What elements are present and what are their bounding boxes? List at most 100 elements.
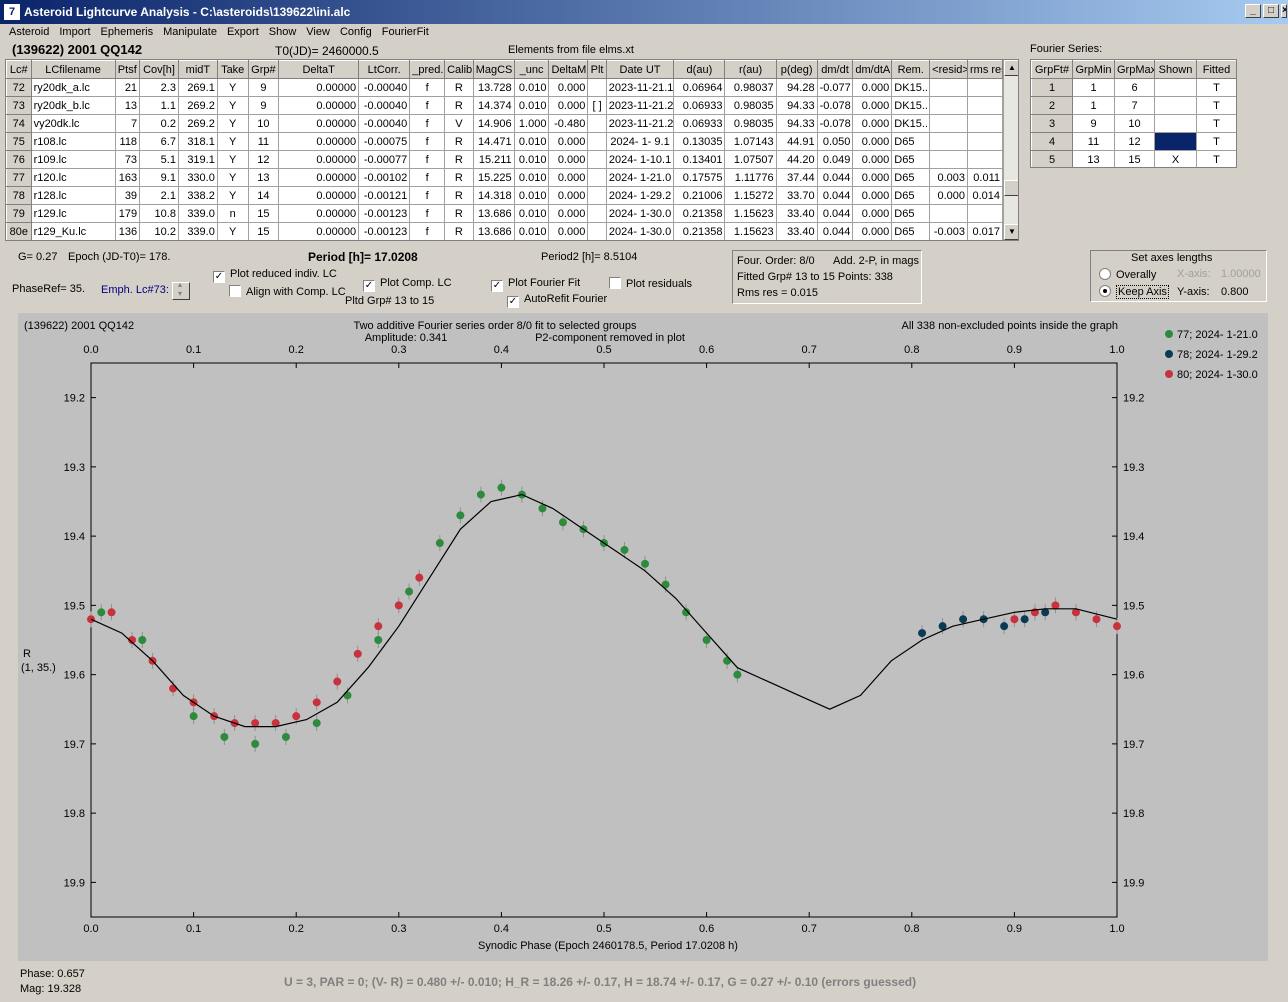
lc-cell[interactable]: 9 — [247, 96, 280, 115]
lc-cell[interactable]: 94.33 — [775, 96, 818, 115]
lc-cell[interactable]: f — [409, 222, 446, 240]
lc-cell[interactable]: 136 — [114, 222, 141, 240]
lc-cell[interactable]: 0.13035 — [673, 132, 726, 151]
lc-cell[interactable]: 338.2 — [177, 186, 218, 205]
keep-axis-radio[interactable]: Keep Axis — [1099, 285, 1169, 299]
fourier-cell[interactable] — [1154, 132, 1197, 151]
lc-cell[interactable]: ry20dk_a.lc — [30, 78, 116, 97]
lc-cell[interactable]: -0.003 — [929, 222, 969, 240]
lc-cell[interactable]: 269.2 — [177, 114, 218, 133]
lc-cell[interactable]: 0.050 — [816, 132, 854, 151]
lc-cell[interactable] — [967, 204, 1003, 223]
lc-cell[interactable]: 1.15623 — [724, 204, 777, 223]
autorefit-checkbox[interactable]: ✓ AutoRefit Fourier — [507, 293, 607, 308]
lc-cell[interactable]: D65 — [891, 132, 931, 151]
lc-cell[interactable]: 13 — [114, 96, 141, 115]
lc-cell[interactable]: 0.00000 — [278, 186, 360, 205]
lc-cell[interactable]: 0.000 — [548, 168, 589, 187]
lc-cell[interactable] — [967, 114, 1003, 133]
lc-cell[interactable] — [929, 96, 969, 115]
lc-cell[interactable]: 0.000 — [852, 150, 893, 169]
lc-cell[interactable]: D65 — [891, 150, 931, 169]
lc-cell[interactable]: 15.225 — [472, 168, 515, 187]
fourier-cell[interactable]: X — [1154, 150, 1197, 167]
lc-column-header[interactable]: MagCS — [472, 60, 515, 79]
lc-cell[interactable]: 0.17575 — [673, 168, 726, 187]
lc-cell[interactable]: f — [409, 114, 446, 133]
lc-cell[interactable]: 0.000 — [548, 150, 589, 169]
period-label[interactable]: Period [h]= 17.0208 — [308, 250, 418, 264]
lc-cell[interactable]: 339.0 — [177, 222, 218, 240]
lc-cell[interactable]: r109.lc — [30, 150, 116, 169]
lc-cell[interactable]: r128.lc — [30, 186, 116, 205]
lc-cell[interactable]: 318.1 — [177, 132, 218, 151]
menu-view[interactable]: View — [301, 24, 335, 38]
lc-table-row[interactable]: 76 r109.lc 73 5.1 319.1 Y 12 0.00000 -0.00077 f R 1… — [6, 150, 1003, 169]
fourier-row-header[interactable]: 5 — [1031, 150, 1073, 167]
lc-cell[interactable]: 15.211 — [472, 150, 515, 169]
lc-column-header[interactable]: Rem. — [891, 60, 931, 79]
lc-cell[interactable]: -0.00123 — [358, 204, 411, 223]
lc-cell[interactable]: 44.20 — [775, 150, 818, 169]
lc-cell[interactable]: 6.7 — [139, 132, 179, 151]
lc-cell[interactable]: 0.044 — [816, 186, 854, 205]
lc-cell[interactable]: 0.044 — [816, 204, 854, 223]
lc-cell[interactable]: 269.2 — [177, 96, 218, 115]
fourier-cell[interactable]: T — [1196, 114, 1236, 133]
emph-lc-spinner[interactable] — [172, 280, 190, 300]
lc-cell[interactable]: 0.010 — [513, 204, 550, 223]
plot-comp-checkbox[interactable]: ✓ Plot Comp. LC — [363, 277, 452, 292]
lc-cell[interactable] — [587, 114, 607, 133]
lc-cell[interactable]: 13.686 — [472, 204, 515, 223]
menu-fourierfit[interactable]: FourierFit — [377, 24, 434, 38]
lc-cell[interactable]: -0.00123 — [358, 222, 411, 240]
menu-manipulate[interactable]: Manipulate — [158, 24, 222, 38]
lc-cell[interactable]: 73 — [114, 150, 141, 169]
lc-cell[interactable]: R — [444, 78, 474, 97]
lc-cell[interactable]: -0.00075 — [358, 132, 411, 151]
lc-cell[interactable]: 0.044 — [816, 222, 854, 240]
lc-cell[interactable]: 0.21006 — [673, 186, 726, 205]
plot-fourier-checkbox[interactable]: ✓ Plot Fourier Fit — [491, 277, 580, 292]
lc-cell[interactable]: n — [216, 204, 249, 223]
lc-cell[interactable]: 33.40 — [775, 204, 818, 223]
lc-cell[interactable] — [967, 78, 1003, 97]
scroll-down-icon[interactable]: ▼ — [1004, 224, 1018, 240]
lc-cell[interactable]: f — [409, 186, 446, 205]
lc-cell[interactable]: 0.010 — [513, 168, 550, 187]
minimize-button[interactable]: _ — [1245, 4, 1261, 18]
lc-column-header[interactable]: r(au) — [724, 60, 777, 79]
lc-cell[interactable]: D65 — [891, 222, 931, 240]
align-comp-checkbox[interactable]: Align with Comp. LC — [229, 285, 346, 298]
lc-cell[interactable]: 1.07507 — [724, 150, 777, 169]
fourier-cell[interactable]: 15 — [1114, 150, 1155, 167]
lc-column-header[interactable]: Plt — [587, 60, 607, 79]
fourier-cell[interactable] — [1154, 78, 1197, 97]
lightcurve-plot[interactable]: (139622) 2001 QQ142 Two additive Fourier… — [18, 313, 1268, 961]
fourier-cell[interactable]: 6 — [1114, 78, 1155, 97]
maximize-button[interactable]: □ — [1263, 4, 1279, 18]
lc-cell[interactable]: 7 — [114, 114, 141, 133]
lc-cell[interactable]: DK15.. — [891, 78, 931, 97]
fourier-row-header[interactable]: 3 — [1031, 114, 1073, 133]
lc-cell[interactable]: D65 — [891, 186, 931, 205]
lc-cell[interactable] — [967, 150, 1003, 169]
lc-cell[interactable]: 0.000 — [548, 78, 589, 97]
fourier-table[interactable]: GrpFt# GrpMin GrpMax Shown Fitted 116T217T39… — [1031, 60, 1236, 167]
lc-cell[interactable]: 0.014 — [967, 186, 1003, 205]
fourier-cell[interactable]: T — [1196, 96, 1236, 115]
lc-cell[interactable]: 0.000 — [548, 186, 589, 205]
lc-cell[interactable] — [587, 168, 607, 187]
lc-row-header[interactable]: 78 — [6, 186, 32, 205]
lc-cell[interactable]: 2023-11-21.2 — [605, 96, 675, 115]
lc-cell[interactable] — [587, 132, 607, 151]
menu-ephemeris[interactable]: Ephemeris — [96, 24, 159, 38]
lc-cell[interactable]: 0.000 — [852, 168, 893, 187]
lc-cell[interactable] — [929, 204, 969, 223]
lc-cell[interactable]: f — [409, 168, 446, 187]
lc-cell[interactable]: 0.13401 — [673, 150, 726, 169]
lc-cell[interactable]: 339.0 — [177, 204, 218, 223]
lc-cell[interactable]: R — [444, 132, 474, 151]
lc-row-header[interactable]: 72 — [6, 78, 32, 97]
menu-config[interactable]: Config — [335, 24, 377, 38]
